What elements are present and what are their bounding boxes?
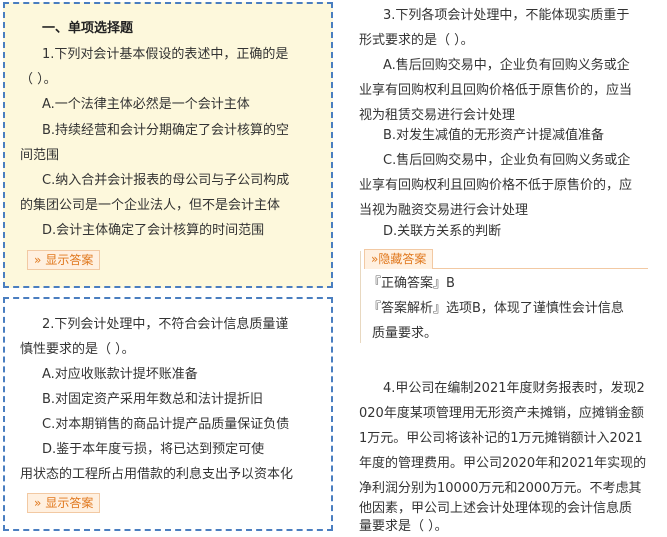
question-1-card bbox=[3, 2, 333, 288]
question-3-stem-line-1: 3.下列各项会计处理中，不能体现实质重于 bbox=[383, 8, 630, 23]
question-1-option-d: D.会计主体确定了会计核算的时间范围 bbox=[42, 223, 265, 238]
question-4-stem-line-4: 年度的管理费用。甲公司2020年和2021年实现的 bbox=[359, 456, 647, 471]
question-3-stem-line-2: 形式要求的是（ ）。 bbox=[359, 33, 474, 48]
question-3-option-c-line-2: 业享有回购权利且回购价格不低于原售价的，应 bbox=[359, 178, 633, 193]
question-2-option-b: B.对固定资产采用年数总和法计提折旧 bbox=[42, 392, 264, 407]
question-1-stem-line-1: 1.下列对会计基本假设的表述中，正确的是 bbox=[42, 47, 289, 62]
question-3-option-c-line-3: 当视为融资交易进行会计处理 bbox=[359, 203, 529, 218]
hide-answer-label: 隐藏答案 bbox=[378, 252, 427, 266]
question-4-stem-line-1: 4.甲公司在编制2021年度财务报表时，发现2 bbox=[383, 381, 645, 396]
show-answer-label: 显示答案 bbox=[45, 496, 94, 510]
question-1-option-b-line-1: B.持续经营和会计分期确定了会计核算的空 bbox=[42, 123, 290, 138]
section-title: 一、单项选择题 bbox=[42, 21, 134, 36]
question-1-option-c-line-1: C.纳入合并会计报表的母公司与子公司构成 bbox=[42, 173, 290, 188]
question-3-option-c-line-1: C.售后回购交易中，企业负有回购义务或企 bbox=[383, 153, 631, 168]
question-3-option-a-line-2: 业享有回购权利且回购价格低于原售价的，应当 bbox=[359, 83, 633, 98]
question-2-option-d-line-1: D.鉴于本年度亏损，将已达到预定可使 bbox=[42, 442, 265, 457]
question-2-stem-line-1: 2.下列会计处理中，不符合会计信息质量谨 bbox=[42, 317, 289, 332]
question-4-stem-line-6: 他因素，甲公司上述会计处理体现的会计信息质 bbox=[359, 501, 633, 516]
question-4-stem-line-3: 1万元。甲公司将该补记的1万元摊销额计入2021 bbox=[359, 431, 643, 446]
question-2-option-c: C.对本期销售的商品计提产品质量保证负债 bbox=[42, 417, 290, 432]
question-3-option-a-line-3: 视为租赁交易进行会计处理 bbox=[359, 108, 516, 123]
question-3-option-a-line-1: A.售后回购交易中，企业负有回购义务或企 bbox=[383, 58, 630, 73]
question-2-option-d-line-2: 用状态的工程所占用借款的利息支出予以资本化 bbox=[20, 467, 294, 482]
answer-analysis-line-1: 『答案解析』选项B，体现了谨慎性会计信息 bbox=[368, 301, 624, 316]
show-answer-button-2[interactable]: » 显示答案 bbox=[27, 493, 101, 513]
question-1-option-c-line-2: 的集团公司是一个企业法人，但不是会计主体 bbox=[20, 198, 281, 213]
show-answer-button-1[interactable]: » 显示答案 bbox=[27, 250, 101, 270]
correct-answer: 『正确答案』B bbox=[368, 276, 455, 291]
question-4-stem-line-7: 量要求是（ ）。 bbox=[359, 519, 448, 534]
double-chevron-right-icon: » bbox=[34, 496, 42, 510]
question-3-option-b: B.对发生减值的无形资产计提减值准备 bbox=[383, 128, 605, 143]
answer-analysis-line-2: 质量要求。 bbox=[372, 326, 438, 341]
question-3-option-d: D.关联方关系的判断 bbox=[383, 224, 502, 239]
question-1-stem-line-2: （ ）。 bbox=[20, 72, 57, 87]
hide-answer-tab[interactable]: »隐藏答案 bbox=[364, 249, 434, 269]
question-1-option-a: A.一个法律主体必然是一个会计主体 bbox=[42, 97, 250, 112]
question-4-stem-line-2: 020年度某项管理用无形资产未摊销，应摊销金额 bbox=[359, 406, 644, 421]
question-2-option-a: A.对应收账款计提坏账准备 bbox=[42, 367, 198, 382]
double-chevron-right-icon: » bbox=[34, 253, 42, 267]
show-answer-label: 显示答案 bbox=[45, 253, 94, 267]
question-1-option-b-line-2: 间范围 bbox=[20, 148, 60, 163]
question-2-stem-line-2: 慎性要求的是（ ）。 bbox=[20, 342, 135, 357]
question-4-stem-line-5: 净利润分别为10000万元和2000万元。不考虑其 bbox=[359, 481, 642, 496]
